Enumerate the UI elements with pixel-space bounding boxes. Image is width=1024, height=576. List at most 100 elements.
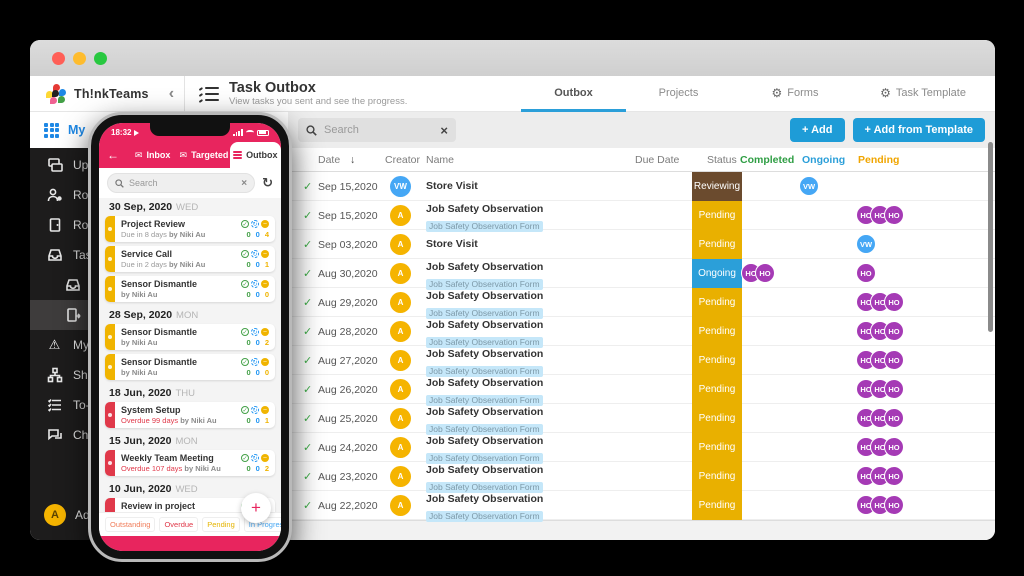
search-input[interactable]: Search × [298, 118, 456, 142]
task-status-icons: ✓↻– [241, 358, 269, 366]
column-date[interactable]: Date [318, 154, 340, 166]
phone-search-row: Search × ↻ [99, 168, 281, 198]
task-card[interactable]: Sensor Dismantleby Niki Au✓↻–002 [105, 324, 275, 350]
close-window-button[interactable] [52, 52, 65, 65]
check-icon: ✓ [303, 470, 312, 483]
add-from-template-button[interactable]: + Add from Template [853, 118, 986, 142]
column-name[interactable]: Name [426, 154, 454, 166]
date-group-header: 15 Jun, 2020 MON [99, 432, 281, 448]
back-arrow-icon[interactable]: ← [99, 142, 127, 168]
pending-avatars: HOHOHO [856, 205, 904, 225]
table-toolbar: Search × + Add + Add from Template [288, 112, 995, 148]
table-row[interactable]: ✓Aug 24,2020AJob Safety ObservationJob S… [288, 433, 995, 462]
assignee-avatar: HO [884, 466, 904, 486]
phone-screen: 18:32 ← ✉Inbox✉TargetedOutbox [99, 123, 281, 551]
tab-outbox[interactable]: Outbox [521, 76, 626, 112]
count-value: 0 [256, 368, 260, 377]
table-row[interactable]: ✓Aug 30,2020AJob Safety ObservationJob S… [288, 259, 995, 288]
inprogress-icon: ↻ [251, 250, 259, 258]
phone-tab-outbox[interactable]: Outbox [230, 142, 281, 168]
add-button[interactable]: + Add [790, 118, 844, 142]
status-badge: Ongoing [692, 259, 742, 288]
task-card[interactable]: System SetupOverdue 99 days by Niki Au✓↻… [105, 402, 275, 428]
task-counts: 002 [246, 338, 269, 347]
check-icon: ✓ [303, 354, 312, 367]
creator-avatar: A [390, 292, 411, 313]
tab-task-template[interactable]: ⚙Task Template [859, 76, 987, 112]
tab-label: Forms [787, 87, 818, 99]
task-counts: 000 [246, 368, 269, 377]
table-row[interactable]: ✓Aug 27,2020AJob Safety ObservationJob S… [288, 346, 995, 375]
task-name: Store Visit [426, 180, 478, 193]
table-row[interactable]: ✓Aug 23,2020AJob Safety ObservationJob S… [288, 462, 995, 491]
pending-avatars: HOHOHO [856, 292, 904, 312]
group-day: MON [175, 436, 197, 447]
pending-avatars: HOHOHO [856, 350, 904, 370]
inprogress-icon: ↻ [251, 454, 259, 462]
tab-forms[interactable]: ⚙Forms [731, 76, 859, 112]
clear-search-icon[interactable]: × [241, 178, 247, 189]
creator-avatar: A [390, 263, 411, 284]
status-time: 18:32 [111, 128, 131, 137]
priority-bar [105, 402, 115, 428]
task-card[interactable]: Sensor Dismantleby Niki Au✓↻–000 [105, 354, 275, 380]
brand-logo[interactable]: Th!nkTeams [30, 84, 159, 104]
column-creator[interactable]: Creator [385, 154, 420, 166]
column-pending[interactable]: Pending [858, 154, 899, 166]
list-icon [233, 151, 242, 159]
add-task-fab[interactable]: + [241, 493, 271, 523]
envelope-icon: ✉ [180, 150, 188, 161]
done-icon: ✓ [241, 454, 249, 462]
table-row[interactable]: ✓Sep 15,2020VWStore VisitReviewingVW [288, 172, 995, 201]
tasks-icon [46, 247, 63, 264]
status-badge: Pending [692, 404, 742, 433]
table-row[interactable]: ✓Aug 28,2020AJob Safety ObservationJob S… [288, 317, 995, 346]
filter-chip-pending[interactable]: Pending [202, 517, 240, 532]
task-name: Job Safety Observation [426, 348, 543, 361]
ongoing-avatars: VW [799, 176, 819, 196]
column-ongoing[interactable]: Ongoing [802, 154, 845, 166]
pending-icon: – [261, 328, 269, 336]
task-name-cell: Store Visit [426, 238, 478, 251]
table-row[interactable]: ✓Aug 29,2020AJob Safety ObservationJob S… [288, 288, 995, 317]
sort-arrow-icon[interactable]: ↓ [350, 154, 355, 166]
table-row[interactable]: ✓Aug 25,2020AJob Safety ObservationJob S… [288, 404, 995, 433]
pending-avatars: HOHOHO [856, 321, 904, 341]
phone-tab-targeted[interactable]: ✉Targeted [178, 142, 229, 168]
table-row[interactable]: ✓Aug 22,2020AJob Safety ObservationJob S… [288, 491, 995, 520]
column-due-date[interactable]: Due Date [635, 154, 679, 166]
task-card[interactable]: Project ReviewDue in 8 days by Niki Au✓↻… [105, 216, 275, 242]
task-card[interactable]: Weekly Team MeetingOverdue 107 days by N… [105, 450, 275, 476]
phone-tab-inbox[interactable]: ✉Inbox [127, 142, 178, 168]
filter-chip-outstanding[interactable]: Outstanding [105, 517, 155, 532]
table-row[interactable]: ✓Sep 15,2020AJob Safety ObservationJob S… [288, 201, 995, 230]
zoom-window-button[interactable] [94, 52, 107, 65]
phone-mockup: 18:32 ← ✉Inbox✉TargetedOutbox [88, 112, 292, 562]
sidebar-collapse-button[interactable]: ‹ [159, 85, 184, 103]
table-row[interactable]: ✓Aug 26,2020AJob Safety ObservationJob S… [288, 375, 995, 404]
priority-bar [105, 354, 115, 380]
column-status[interactable]: Status [707, 154, 737, 166]
alert-icon: ⚠ [46, 337, 63, 354]
group-date: 15 Jun, 2020 [109, 435, 171, 447]
priority-bar [105, 324, 115, 350]
task-status-icons: ✓↻– [241, 406, 269, 414]
search-icon [115, 179, 124, 188]
task-card[interactable]: Service CallDue in 2 days by Niki Au✓↻–0… [105, 246, 275, 272]
date-group-header: 18 Jun, 2020THU [99, 384, 281, 400]
minimize-window-button[interactable] [73, 52, 86, 65]
table-row[interactable]: ✓Sep 03,2020AStore VisitPendingVW [288, 230, 995, 259]
clear-search-icon[interactable]: × [440, 123, 448, 138]
phone-search-input[interactable]: Search × [107, 173, 255, 193]
filter-chip-overdue[interactable]: Overdue [159, 517, 198, 532]
outbox-icon [64, 307, 81, 324]
refresh-icon[interactable]: ↻ [262, 177, 273, 189]
status-badge: Pending [692, 375, 742, 404]
scrollbar-thumb[interactable] [988, 142, 993, 332]
my-label: My [68, 123, 85, 137]
task-card[interactable]: Sensor Dismantleby Niki Au✓↻–000 [105, 276, 275, 302]
creator-avatar: A [390, 408, 411, 429]
column-completed[interactable]: Completed [740, 154, 794, 166]
tab-projects[interactable]: Projects [626, 76, 731, 112]
task-name-cell: Store Visit [426, 180, 478, 193]
